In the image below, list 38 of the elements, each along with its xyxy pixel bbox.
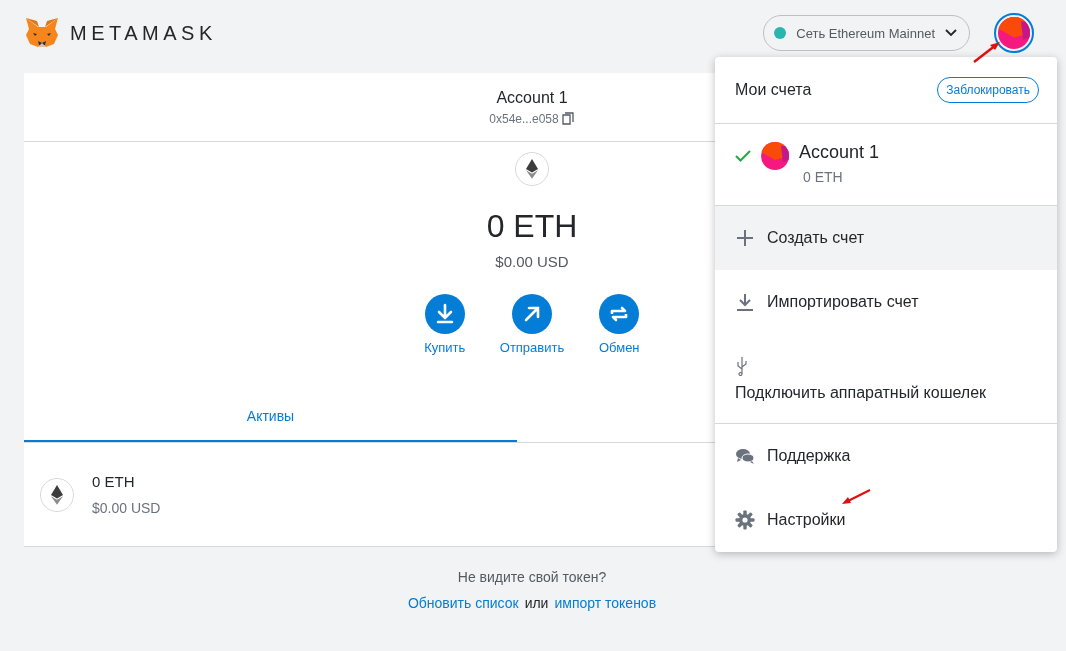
account-address: 0x54e...e058 (489, 111, 559, 126)
refresh-list-link[interactable]: Обновить список (407, 595, 519, 611)
copy-icon[interactable] (561, 112, 575, 125)
annotation-arrow (972, 40, 1002, 64)
balance-fiat: $0.00 USD (495, 253, 569, 270)
send-action-button[interactable]: Отправить (499, 294, 565, 355)
create-menu-item[interactable]: Создать счет (715, 206, 1057, 270)
lock-button[interactable]: Заблокировать (937, 77, 1039, 103)
swap-action-button[interactable]: Обмен (594, 294, 645, 355)
menu-account-name: Account 1 (799, 142, 880, 163)
menu-title: Мои счета (735, 81, 812, 99)
balance-amount: 0 ETH (486, 208, 578, 245)
asset-amount: 0 ETH (92, 473, 136, 490)
account-name: Account 1 (496, 88, 568, 107)
send-icon (512, 294, 552, 334)
assets-tab[interactable]: Активы (24, 392, 517, 442)
buy-icon (424, 294, 465, 334)
asset-fiat: $0.00 USD (92, 500, 161, 516)
ethereum-icon (515, 152, 549, 186)
download-icon (735, 292, 755, 312)
logo-wordmark: METAMASK (70, 21, 217, 45)
chat-bubbles-icon (735, 446, 755, 466)
ethereum-icon (40, 477, 74, 512)
fox-logo-icon (24, 17, 60, 49)
account-avatar-icon (761, 142, 789, 170)
gear-icon (735, 510, 755, 530)
usb-icon (735, 355, 749, 376)
swap-icon (599, 294, 640, 334)
plus-icon (735, 228, 755, 248)
annotation-arrow (840, 488, 872, 506)
import-menu-item[interactable]: Импортировать счет (715, 270, 1057, 334)
hardware-menu-item[interactable]: Подключить аппаратный кошелек (715, 334, 1057, 424)
menu-account-balance: 0 ETH (803, 169, 844, 185)
missing-token-question: Не видите свой токен? (457, 569, 607, 585)
or-text: или (524, 595, 549, 611)
import-tokens-link[interactable]: импорт токенов (554, 595, 657, 611)
buy-action-button[interactable]: Купить (419, 294, 470, 355)
chevron-down-icon (945, 29, 957, 37)
